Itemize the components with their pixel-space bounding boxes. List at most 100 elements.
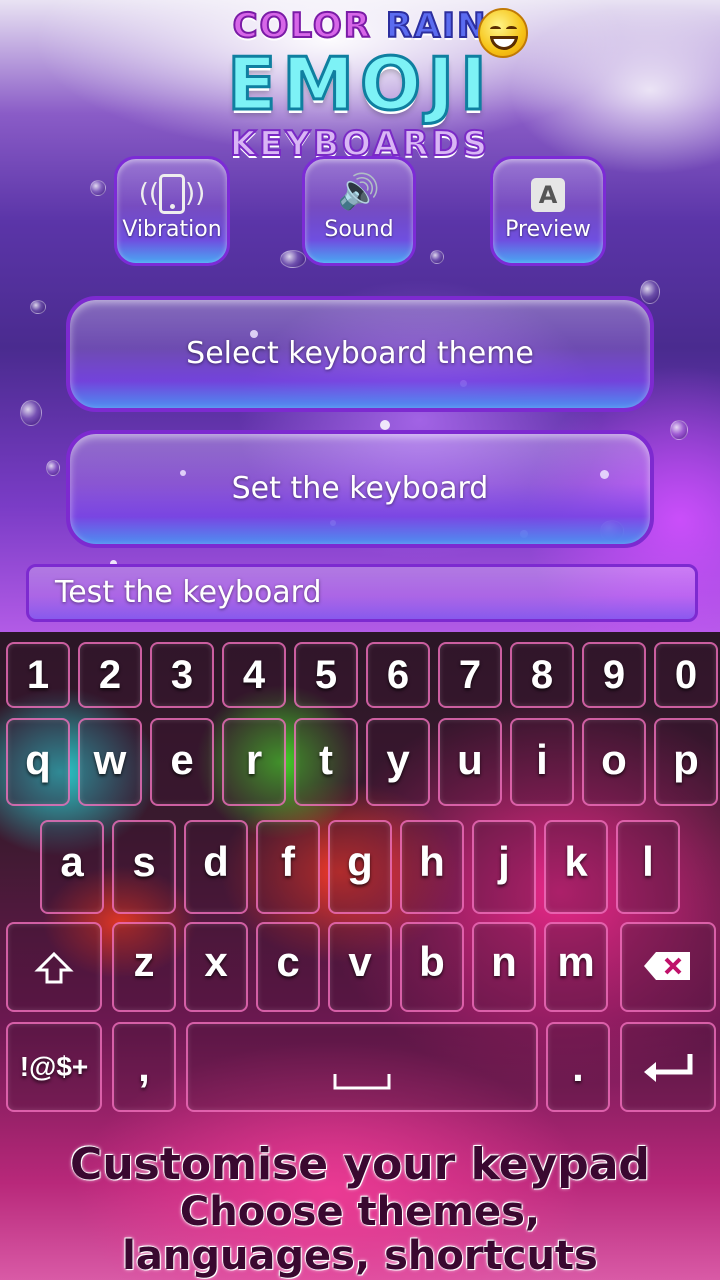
select-keyboard-theme-button[interactable]: Select keyboard theme <box>66 296 654 412</box>
key-4-label: 4 <box>242 653 266 697</box>
key-2[interactable]: 2 <box>78 642 142 708</box>
key-9-label: 9 <box>602 653 626 697</box>
key-p[interactable]: p <box>654 718 718 806</box>
period-key[interactable]: . <box>546 1022 610 1112</box>
key-i-label: i <box>536 736 548 783</box>
vibration-button[interactable]: (()) Vibration <box>114 156 230 266</box>
smiley-emoji-icon <box>478 8 528 58</box>
key-6-label: 6 <box>386 653 410 697</box>
key-a[interactable]: a <box>40 820 104 914</box>
key-b-label: b <box>419 938 445 985</box>
key-t-label: t <box>319 736 333 783</box>
key-d[interactable]: d <box>184 820 248 914</box>
key-q[interactable]: q <box>6 718 70 806</box>
key-x-label: x <box>204 938 228 985</box>
phone-icon <box>159 173 185 214</box>
key-j[interactable]: j <box>472 820 536 914</box>
key-u[interactable]: u <box>438 718 502 806</box>
preview-icon: A <box>493 167 603 217</box>
key-4[interactable]: 4 <box>222 642 286 708</box>
smiley-eye <box>490 26 501 32</box>
key-7[interactable]: 7 <box>438 642 502 708</box>
key-v-label: v <box>348 938 372 985</box>
key-w[interactable]: w <box>78 718 142 806</box>
key-1-label: 1 <box>26 653 50 697</box>
key-r[interactable]: r <box>222 718 286 806</box>
key-c[interactable]: c <box>256 922 320 1012</box>
sound-button[interactable]: 🔊 Sound <box>302 156 416 266</box>
vibration-waves-right: )) <box>185 178 206 209</box>
key-l-label: l <box>642 838 654 885</box>
key-1[interactable]: 1 <box>6 642 70 708</box>
enter-icon <box>644 1054 693 1082</box>
comma-key[interactable]: , <box>112 1022 176 1112</box>
key-o-label: o <box>601 736 627 783</box>
select-keyboard-theme-label: Select keyboard theme <box>186 336 534 371</box>
raindrop <box>20 400 42 426</box>
key-g[interactable]: g <box>328 820 392 914</box>
key-q-label: q <box>25 736 51 783</box>
symbols-key[interactable]: !@$+ <box>6 1022 102 1112</box>
test-keyboard-input[interactable]: Test the keyboard <box>26 564 698 622</box>
key-e[interactable]: e <box>150 718 214 806</box>
raindrop <box>670 420 688 440</box>
key-0-label: 0 <box>674 653 698 697</box>
key-o[interactable]: o <box>582 718 646 806</box>
key-k[interactable]: k <box>544 820 608 914</box>
key-n-label: n <box>491 938 517 985</box>
raindrop <box>30 300 46 314</box>
key-6[interactable]: 6 <box>366 642 430 708</box>
key-m[interactable]: m <box>544 922 608 1012</box>
key-b[interactable]: b <box>400 922 464 1012</box>
test-keyboard-placeholder: Test the keyboard <box>55 575 322 610</box>
key-i[interactable]: i <box>510 718 574 806</box>
preview-button[interactable]: A Preview <box>490 156 606 266</box>
set-the-keyboard-label: Set the keyboard <box>231 471 489 506</box>
key-l[interactable]: l <box>616 820 680 914</box>
shift-key[interactable] <box>6 922 102 1012</box>
key-3-label: 3 <box>170 653 194 697</box>
key-z[interactable]: z <box>112 922 176 1012</box>
key-f[interactable]: f <box>256 820 320 914</box>
spacebar-key[interactable] <box>186 1022 538 1112</box>
backspace-key[interactable] <box>620 922 716 1012</box>
preview-label: Preview <box>505 217 591 242</box>
key-v[interactable]: v <box>328 922 392 1012</box>
logo-word-rain: RAIN <box>385 5 488 47</box>
set-the-keyboard-button[interactable]: Set the keyboard <box>66 430 654 548</box>
shift-icon <box>34 951 74 984</box>
key-r-label: r <box>245 736 263 783</box>
key-d-label: d <box>203 838 229 885</box>
key-7-label: 7 <box>458 653 482 697</box>
key-8-label: 8 <box>530 653 554 697</box>
key-9[interactable]: 9 <box>582 642 646 708</box>
key-n[interactable]: n <box>472 922 536 1012</box>
key-5[interactable]: 5 <box>294 642 358 708</box>
key-k-label: k <box>564 838 588 885</box>
key-j-label: j <box>498 838 510 885</box>
key-y[interactable]: y <box>366 718 430 806</box>
key-0[interactable]: 0 <box>654 642 718 708</box>
key-x[interactable]: x <box>184 922 248 1012</box>
key-h[interactable]: h <box>400 820 464 914</box>
key-t[interactable]: t <box>294 718 358 806</box>
key-h-label: h <box>419 838 445 885</box>
raindrop <box>640 280 660 304</box>
key-s-label: s <box>132 838 156 885</box>
key-3[interactable]: 3 <box>150 642 214 708</box>
enter-key[interactable] <box>620 1022 716 1112</box>
key-s[interactable]: s <box>112 820 176 914</box>
raindrop <box>46 460 60 476</box>
key-y-label: y <box>386 736 410 783</box>
sparkle <box>380 420 390 430</box>
logo-word-color: COLOR <box>232 5 372 47</box>
vibration-waves-left: (( <box>138 178 159 209</box>
key-e-label: e <box>170 736 194 783</box>
key-8[interactable]: 8 <box>510 642 574 708</box>
promo-line-1: Customise your keypad <box>70 1139 650 1190</box>
sound-label: Sound <box>324 217 394 242</box>
key-u-label: u <box>457 736 483 783</box>
smiley-eye <box>506 26 517 32</box>
backspace-icon <box>644 952 690 980</box>
promo-line-2: Choose themes, <box>179 1189 541 1235</box>
